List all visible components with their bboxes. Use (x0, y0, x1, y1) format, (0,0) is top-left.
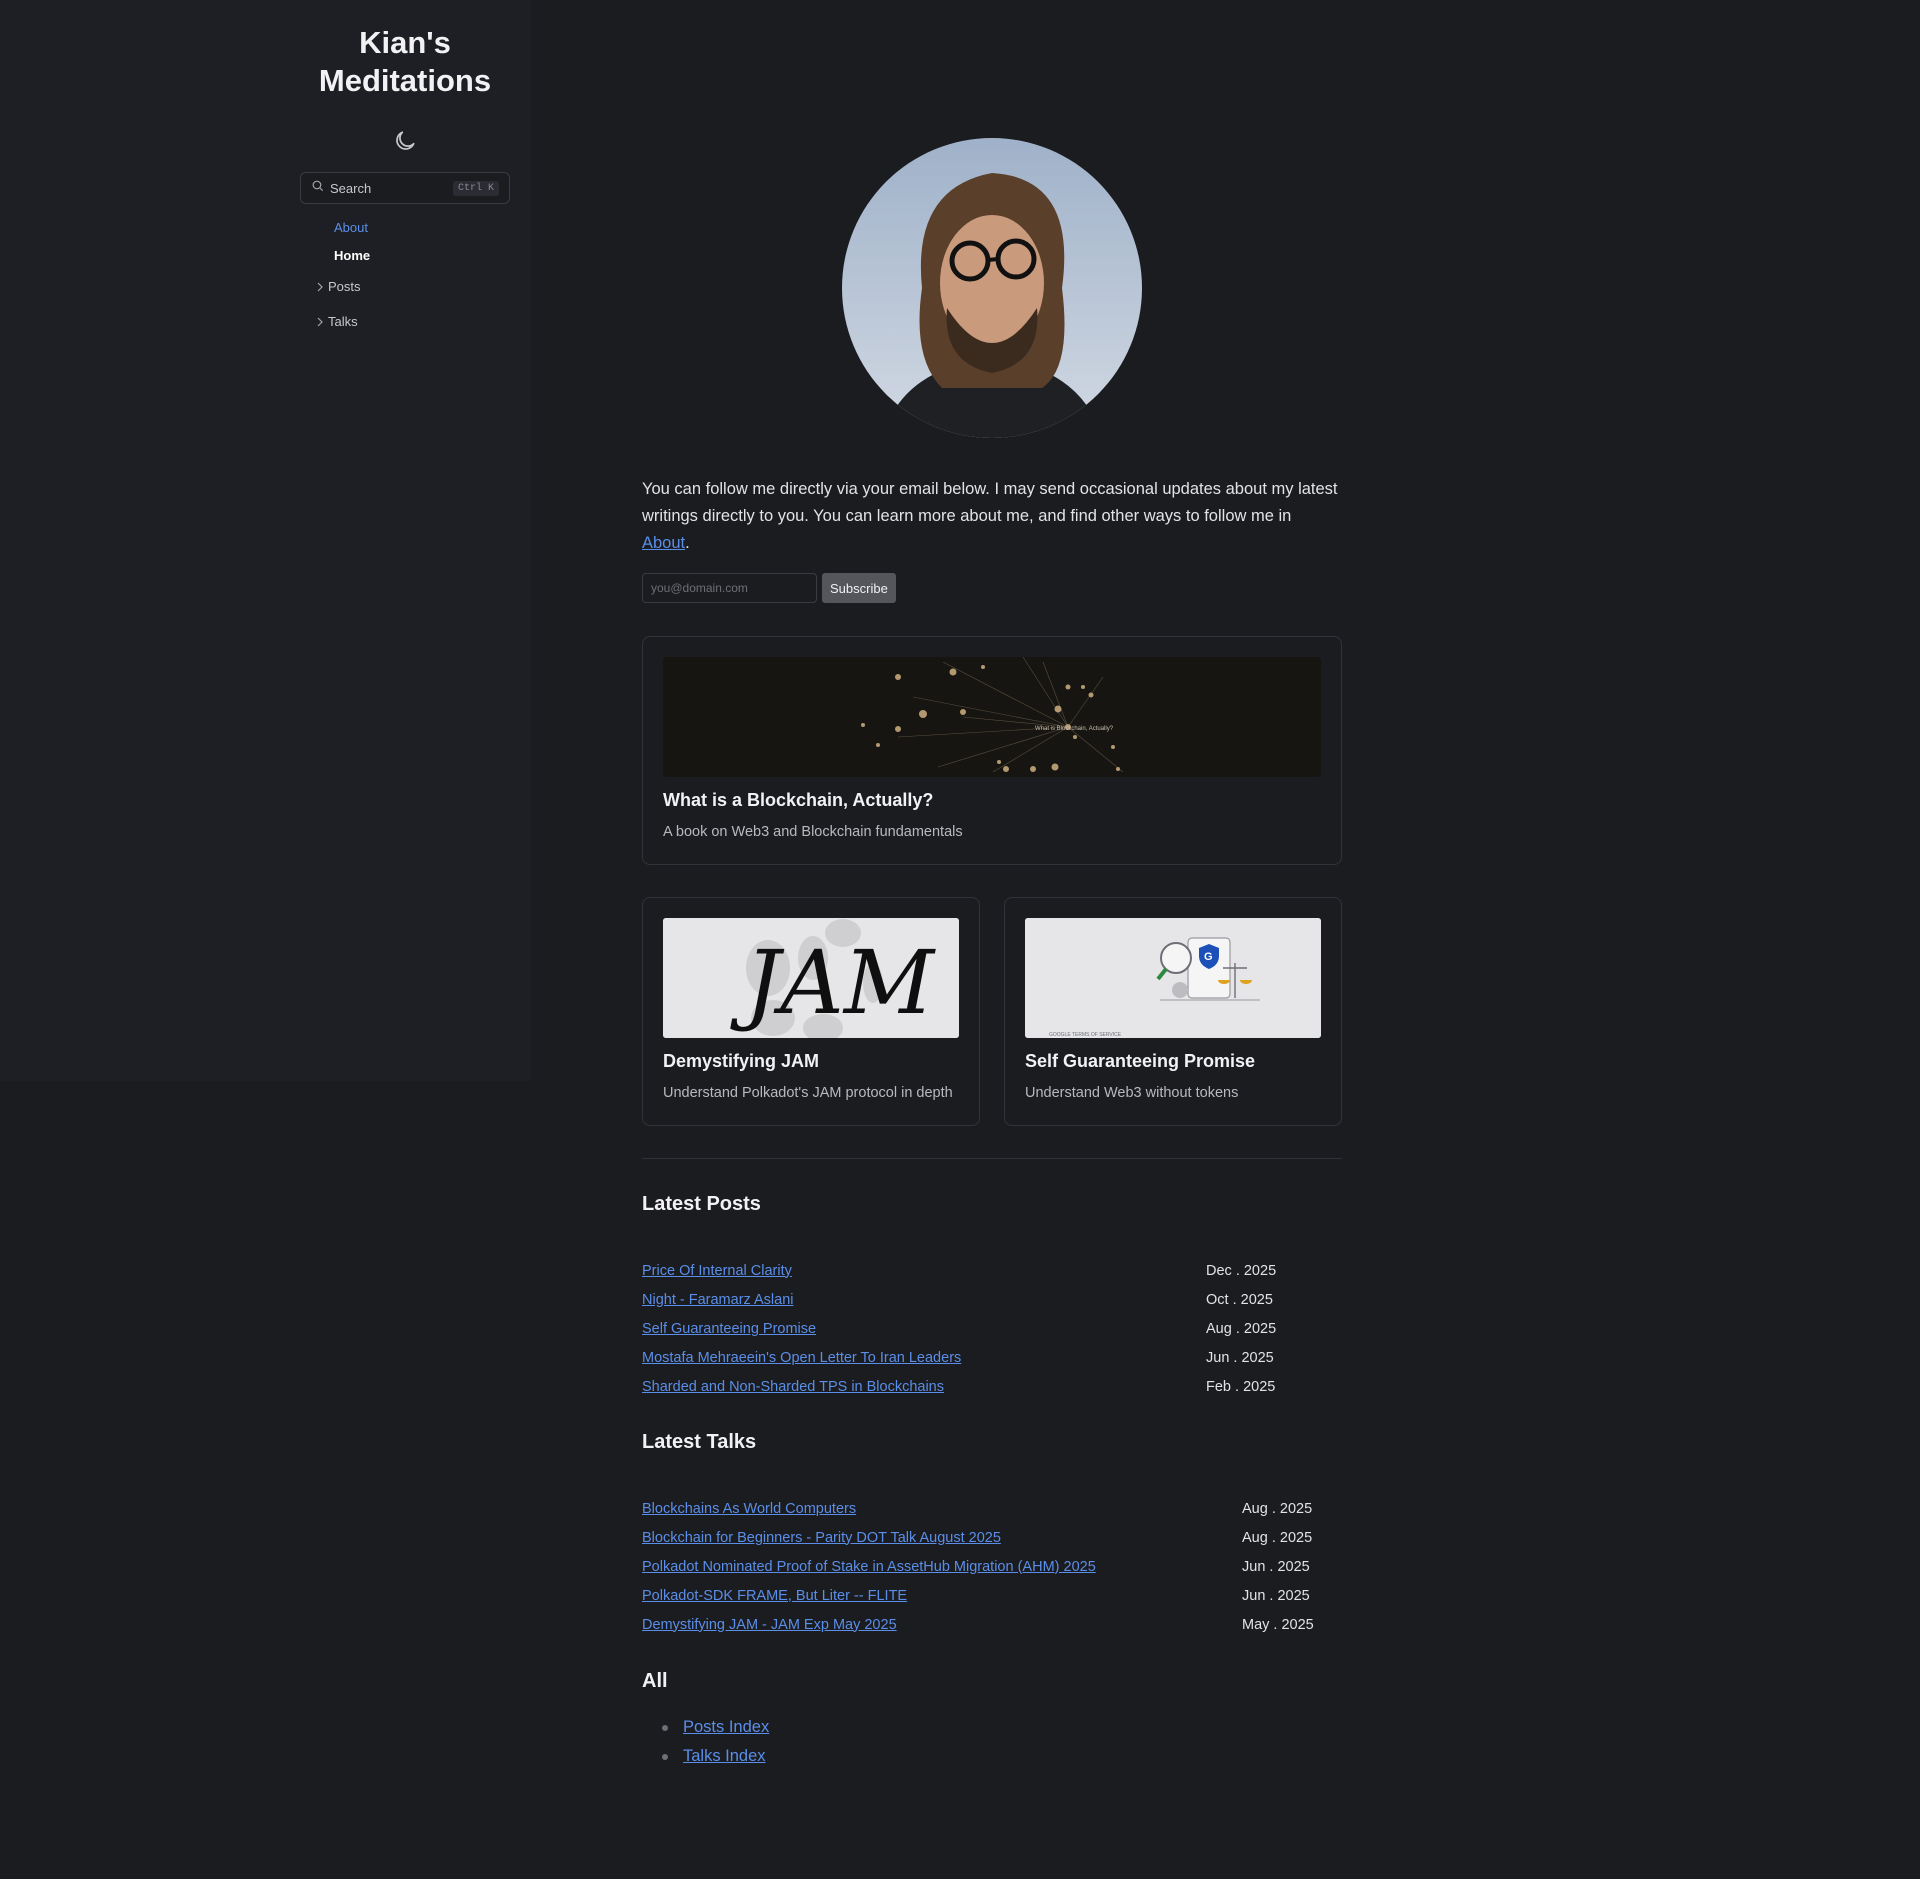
list-item: Price Of Internal Clarity Dec . 2025 (642, 1256, 1277, 1285)
sidebar-item-posts[interactable]: Posts (316, 279, 361, 294)
list-item: Self Guaranteeing Promise Aug . 2025 (642, 1314, 1277, 1343)
talk-date: Jun . 2025 (1242, 1558, 1310, 1575)
post-link[interactable]: Price Of Internal Clarity (642, 1263, 792, 1279)
list-item: Sharded and Non-Sharded TPS in Blockchai… (642, 1372, 1276, 1401)
post-date: Jun . 2025 (1206, 1349, 1274, 1366)
talk-link[interactable]: Polkadot-SDK FRAME, But Liter -- FLITE (642, 1588, 907, 1604)
latest-talks-heading: Latest Talks (642, 1431, 757, 1453)
posts-index-link[interactable]: Posts Index (683, 1718, 769, 1737)
featured-card-blockchain[interactable]: What is Blockchain, Actually? What is a … (642, 636, 1342, 865)
search-label: Search (330, 180, 372, 196)
post-date: Aug . 2025 (1206, 1320, 1277, 1337)
sidebar-item-label: Posts (328, 279, 361, 294)
post-link[interactable]: Mostafa Mehraeein's Open Letter To Iran … (642, 1350, 961, 1366)
talk-link[interactable]: Blockchains As World Computers (642, 1501, 856, 1517)
card-description: Understand Polkadot's JAM protocol in de… (663, 1085, 953, 1101)
card-description: Understand Web3 without tokens (1025, 1085, 1239, 1101)
intro-text: You can follow me directly via your emai… (642, 480, 1338, 552)
svg-text:G: G (1204, 951, 1213, 963)
site-title[interactable]: Kian's Meditations (300, 24, 510, 100)
sidebar-item-home[interactable]: Home (334, 248, 370, 263)
talk-date: May . 2025 (1242, 1616, 1314, 1633)
list-item: Polkadot Nominated Proof of Stake in Ass… (642, 1552, 1310, 1581)
email-field[interactable] (642, 573, 817, 603)
post-link[interactable]: Sharded and Non-Sharded TPS in Blockchai… (642, 1379, 944, 1395)
talk-link[interactable]: Blockchain for Beginners - Parity DOT Ta… (642, 1530, 1001, 1546)
bullet-icon (662, 1724, 668, 1731)
search-shortcut: Ctrl K (452, 180, 499, 196)
featured-card-jam[interactable]: JAM Demystifying JAM Understand Polkadot… (642, 897, 980, 1126)
list-item: Blockchains As World Computers Aug . 2025 (642, 1494, 1313, 1523)
section-divider (642, 1158, 1342, 1159)
card-title: Self Guaranteeing Promise (1025, 1051, 1256, 1071)
card-image: G GOOGLE TERMS OF SERVICE (1025, 918, 1321, 1038)
chevron-right-icon (317, 317, 323, 326)
all-index-list: Posts Index Talks Index (662, 1713, 769, 1771)
list-item: Blockchain for Beginners - Parity DOT Ta… (642, 1523, 1313, 1552)
list-item: Demystifying JAM - JAM Exp May 2025 May .… (642, 1610, 1314, 1639)
post-date: Dec . 2025 (1206, 1262, 1277, 1279)
subscribe-button[interactable]: Subscribe (822, 573, 896, 603)
talk-link[interactable]: Polkadot Nominated Proof of Stake in Ass… (642, 1559, 1096, 1575)
card-image: JAM (663, 918, 959, 1038)
latest-talks-list: Blockchains As World Computers Aug . 2025… (642, 1494, 1314, 1639)
sidebar-item-talks[interactable]: Talks (316, 314, 358, 329)
sidebar: Kian's Meditations Search Ctrl K About H… (0, 0, 531, 1081)
sidebar-item-label: Talks (328, 314, 358, 329)
card-image-caption: GOOGLE TERMS OF SERVICE (1049, 1032, 1122, 1038)
talk-link[interactable]: Demystifying JAM - JAM Exp May 2025 (642, 1617, 897, 1633)
card-image-text: JAM (730, 931, 936, 1034)
post-link[interactable]: Night - Faramarz Aslani (642, 1292, 794, 1308)
list-item: Posts Index (662, 1713, 769, 1742)
list-item: Night - Faramarz Aslani Oct . 2025 (642, 1285, 1274, 1314)
latest-posts-list: Price Of Internal Clarity Dec . 2025 Nigh… (642, 1256, 1277, 1401)
card-title: Demystifying JAM (663, 1051, 820, 1071)
list-item: Talks Index (662, 1742, 769, 1771)
moon-icon[interactable] (392, 128, 418, 154)
card-image: What is Blockchain, Actually? (663, 657, 1321, 777)
chevron-right-icon (317, 282, 323, 291)
talks-index-link[interactable]: Talks Index (683, 1747, 766, 1766)
card-description: A book on Web3 and Blockchain fundamenta… (663, 824, 963, 840)
featured-card-promise[interactable]: G GOOGLE TERMS OF SERVICE Self Guarantee… (1004, 897, 1342, 1126)
talk-date: Aug . 2025 (1242, 1500, 1313, 1517)
subscribe-form: Subscribe (642, 573, 896, 603)
profile-avatar (842, 138, 1142, 438)
talk-date: Jun . 2025 (1242, 1587, 1310, 1604)
about-link[interactable]: About (642, 534, 685, 552)
latest-posts-heading: Latest Posts (642, 1193, 761, 1215)
card-title: What is a Blockchain, Actually? (663, 790, 934, 810)
card-image-caption: What is Blockchain, Actually? (1035, 726, 1114, 732)
sidebar-item-about[interactable]: About (334, 220, 368, 235)
search-button[interactable]: Search Ctrl K (300, 172, 510, 204)
search-icon (311, 179, 324, 197)
post-date: Feb . 2025 (1206, 1378, 1276, 1395)
list-item: Mostafa Mehraeein's Open Letter To Iran … (642, 1343, 1274, 1372)
post-date: Oct . 2025 (1206, 1291, 1273, 1308)
all-heading: All (642, 1670, 668, 1692)
bullet-icon (662, 1753, 668, 1760)
list-item: Polkadot-SDK FRAME, But Liter -- FLITE Ju… (642, 1581, 1310, 1610)
post-link[interactable]: Self Guaranteeing Promise (642, 1321, 816, 1337)
talk-date: Aug . 2025 (1242, 1529, 1313, 1546)
